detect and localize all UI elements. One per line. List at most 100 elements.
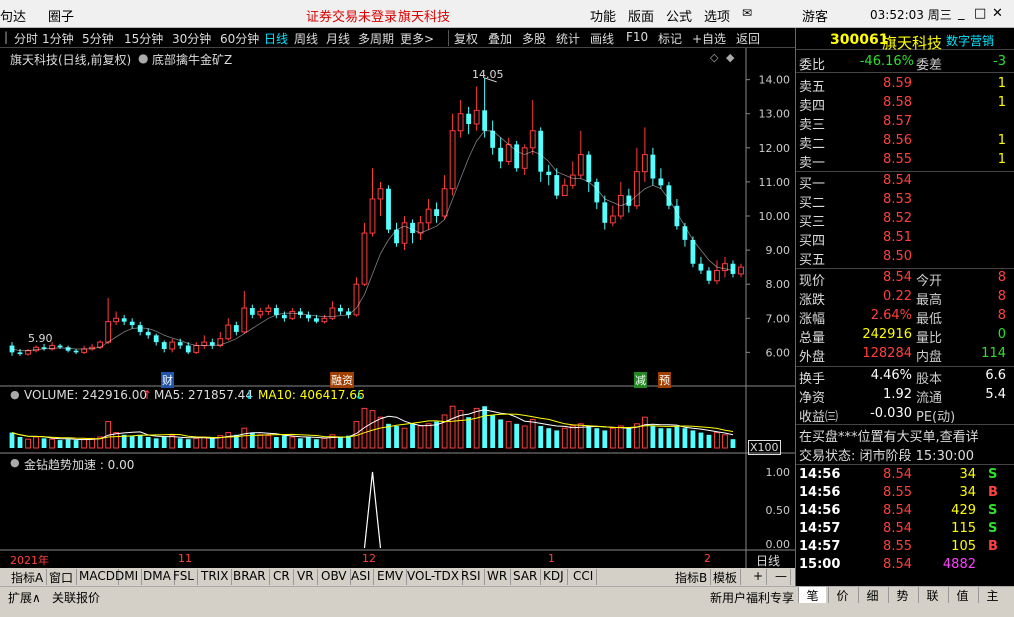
volume-bar <box>153 438 159 448</box>
expand-button[interactable]: 扩展∧ <box>8 589 41 606</box>
promo-link[interactable]: 新用户福利专享 <box>710 589 794 606</box>
bid-label: 买五 <box>799 253 826 268</box>
flag-forecast[interactable]: 预 <box>658 372 671 388</box>
toolbar-back[interactable]: 返回 <box>736 30 760 47</box>
candle-body <box>314 318 319 322</box>
indicator-tab-0[interactable]: 指标A <box>8 569 48 585</box>
ask-label: 卖四 <box>799 99 826 114</box>
menu-function[interactable]: 功能 <box>590 6 616 25</box>
period-tab-60min[interactable]: 60分钟 <box>220 30 259 47</box>
indicator-tab-3[interactable]: DMI <box>112 569 143 585</box>
tab-right-0[interactable]: 指标B <box>672 569 712 585</box>
detail-tab-6[interactable]: 主 <box>978 587 1006 603</box>
period-tab-15min[interactable]: 15分钟 <box>124 30 163 47</box>
notification-icon[interactable]: ✉ <box>742 6 752 20</box>
flag-financing[interactable]: 融资 <box>330 372 354 388</box>
kline-chart-area[interactable]: 6.00 7.00 8.00 9.00 10.00 11.00 12.00 13.00 14.0… <box>0 48 795 568</box>
indicator-tab-11[interactable]: ASI <box>348 569 375 585</box>
stat-row: 总量 242916 量比 0 <box>796 327 1014 346</box>
indicator-dot-icon: ● <box>138 51 149 65</box>
tick-price: 8.55 <box>883 485 912 500</box>
ask-row[interactable]: 卖四 8.58 1 <box>796 95 1014 114</box>
menu-options[interactable]: 选项 <box>704 6 730 25</box>
tab-right-1[interactable]: 模板 <box>710 569 742 585</box>
tick-price: 8.54 <box>883 521 912 536</box>
bid-row[interactable]: 买三 8.52 <box>796 211 1014 230</box>
period-tab-multi[interactable]: 多周期 <box>358 30 394 47</box>
ask-row[interactable]: 卖一 8.55 1 <box>796 152 1014 171</box>
toolbar-add-favorite[interactable]: +自选 <box>692 30 726 47</box>
bid-row[interactable]: 买五 8.50 <box>796 249 1014 268</box>
detail-tab-4[interactable]: 联 <box>918 587 946 603</box>
toolbar-fuquan[interactable]: 复权 <box>454 30 478 47</box>
indicator-tab-13[interactable]: VOL-TDX <box>404 569 463 585</box>
toolbar-overlay[interactable]: 叠加 <box>488 30 512 47</box>
user-guest[interactable]: 游客 <box>802 6 828 25</box>
menu-circle[interactable]: 圈子 <box>48 6 74 25</box>
indicator-tab-12[interactable]: EMV <box>374 569 408 585</box>
login-warning[interactable]: 证券交易未登录 <box>306 6 397 25</box>
toolbar-mark[interactable]: 标记 <box>658 30 682 47</box>
candle-body <box>289 310 296 319</box>
indicator-tab-15[interactable]: WR <box>484 569 512 585</box>
big-order-notice[interactable]: 在买盘***位置有大买单,查看详 <box>799 426 979 445</box>
period-tab-1min[interactable]: 1分钟 <box>42 30 74 47</box>
detail-tab-2[interactable]: 细 <box>858 587 886 603</box>
indicator-tab-9[interactable]: VR <box>294 569 318 585</box>
tab-right-3[interactable]: — <box>772 569 791 585</box>
indicator-tab-5[interactable]: FSL <box>170 569 198 585</box>
indicator-tab-14[interactable]: RSI <box>458 569 485 585</box>
kline-svg[interactable]: 6.007.008.009.0010.0011.0012.0013.0014.0… <box>0 48 795 568</box>
stock-sector-tag[interactable]: 数字营销 <box>946 32 994 49</box>
period-tab-30min[interactable]: 30分钟 <box>172 30 211 47</box>
detail-tab-3[interactable]: 势 <box>888 587 916 603</box>
stat2-value: 4.46% <box>870 368 912 383</box>
volume-bar <box>17 437 23 448</box>
period-tab-5min[interactable]: 5分钟 <box>82 30 114 47</box>
menu-formula[interactable]: 公式 <box>666 6 692 25</box>
stat-row: 涨跌 0.22 最高 8 <box>796 289 1014 308</box>
flag-financial[interactable]: 财 <box>161 372 174 388</box>
ask-row[interactable]: 卖三 8.57 <box>796 114 1014 133</box>
indicator-tab-17[interactable]: KDJ <box>540 569 568 585</box>
indicator-tab-8[interactable]: CR <box>270 569 294 585</box>
flag-reduce[interactable]: 减 <box>634 372 647 388</box>
indicator-tab-18[interactable]: CCI <box>570 569 598 585</box>
indicator-tab-1[interactable]: 窗口 <box>46 569 78 585</box>
toolbar-draw-line[interactable]: 画线 <box>590 30 614 47</box>
period-tab-weekly[interactable]: 周线 <box>294 30 318 47</box>
minimize-button[interactable]: _ <box>958 6 965 21</box>
candle-body <box>594 181 600 203</box>
period-tab-daily[interactable]: 日线 <box>264 30 288 47</box>
bid-row[interactable]: 买一 8.54 <box>796 173 1014 192</box>
detail-tab-5[interactable]: 值 <box>948 587 976 603</box>
ask-row[interactable]: 卖二 8.56 1 <box>796 133 1014 152</box>
menu-layout[interactable]: 版面 <box>628 6 654 25</box>
indicator-tab-7[interactable]: BRAR <box>230 569 270 585</box>
close-button[interactable]: ✕ <box>992 6 1003 21</box>
period-tab-monthly[interactable]: 月线 <box>326 30 350 47</box>
bid-row[interactable]: 买二 8.53 <box>796 192 1014 211</box>
bid-row[interactable]: 买四 8.51 <box>796 230 1014 249</box>
ask-row[interactable]: 卖五 8.59 1 <box>796 76 1014 95</box>
tab-right-2[interactable]: + <box>750 569 768 585</box>
tick-volume: 115 <box>951 521 976 536</box>
indicator-tab-16[interactable]: SAR <box>510 569 542 585</box>
related-quote-button[interactable]: 关联报价 <box>52 589 100 606</box>
detail-tab-0[interactable]: 笔 <box>798 587 826 603</box>
notice-row[interactable]: 在买盘***位置有大买单,查看详 <box>796 426 1014 445</box>
toolbar-statistics[interactable]: 统计 <box>556 30 580 47</box>
period-tab-more[interactable]: 更多> <box>400 30 434 47</box>
toolbar-f10[interactable]: F10 <box>626 30 648 44</box>
period-tab-fenshi[interactable]: 分时 <box>14 30 38 47</box>
chart-indicator-name[interactable]: 底部擒牛金矿Z <box>152 51 232 68</box>
candle-body <box>57 345 63 348</box>
collapse-icon[interactable]: ◆ <box>726 51 734 64</box>
diamond-icon[interactable]: ◇ <box>710 51 718 64</box>
detail-tab-1[interactable]: 价 <box>828 587 856 603</box>
x-period-label[interactable]: 日线 <box>756 552 780 569</box>
indicator-tab-6[interactable]: TRIX <box>198 569 233 585</box>
indicator-tab-10[interactable]: OBV <box>318 569 351 585</box>
restore-button[interactable]: □ <box>974 6 986 21</box>
toolbar-multi-stock[interactable]: 多股 <box>522 30 546 47</box>
